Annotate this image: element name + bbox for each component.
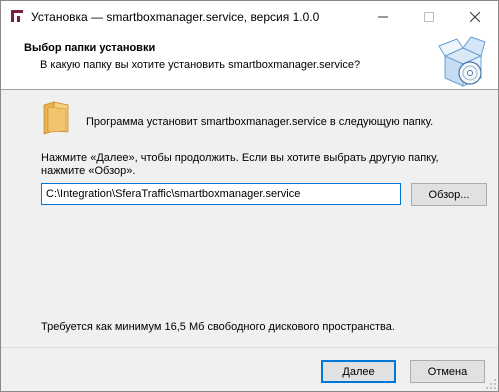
minimize-button[interactable] [360, 1, 406, 32]
page-subtitle: В какую папку вы хотите установить smart… [40, 59, 361, 71]
close-button[interactable] [452, 1, 498, 32]
close-icon [470, 11, 480, 22]
wizard-body: Программа установит smartboxmanager.serv… [1, 91, 498, 347]
disk-space-text: Требуется как минимум 16,5 Мб свободного… [41, 321, 395, 333]
install-path-input[interactable] [41, 183, 401, 205]
minimize-icon [378, 16, 388, 17]
installer-box-cd-icon [438, 36, 486, 87]
window-title: Установка — smartboxmanager.service, вер… [31, 10, 320, 24]
cancel-button[interactable]: Отмена [410, 360, 485, 383]
folder-icon [43, 101, 69, 135]
wizard-header: Выбор папки установки В какую папку вы х… [1, 32, 498, 90]
installer-window: Установка — smartboxmanager.service, вер… [0, 0, 499, 392]
next-button[interactable]: Далее [321, 360, 396, 383]
description-text: Нажмите «Далее», чтобы продолжить. Если … [41, 152, 439, 177]
resize-grip-icon[interactable] [485, 378, 497, 390]
page-title: Выбор папки установки [24, 42, 156, 54]
browse-button[interactable]: Обзор... [411, 183, 487, 206]
wizard-footer: Далее Отмена [1, 347, 498, 391]
intro-text: Программа установит smartboxmanager.serv… [86, 116, 434, 128]
app-icon [11, 10, 23, 22]
maximize-button[interactable] [406, 1, 452, 32]
title-bar[interactable]: Установка — smartboxmanager.service, вер… [1, 1, 498, 32]
maximize-icon [424, 11, 434, 22]
